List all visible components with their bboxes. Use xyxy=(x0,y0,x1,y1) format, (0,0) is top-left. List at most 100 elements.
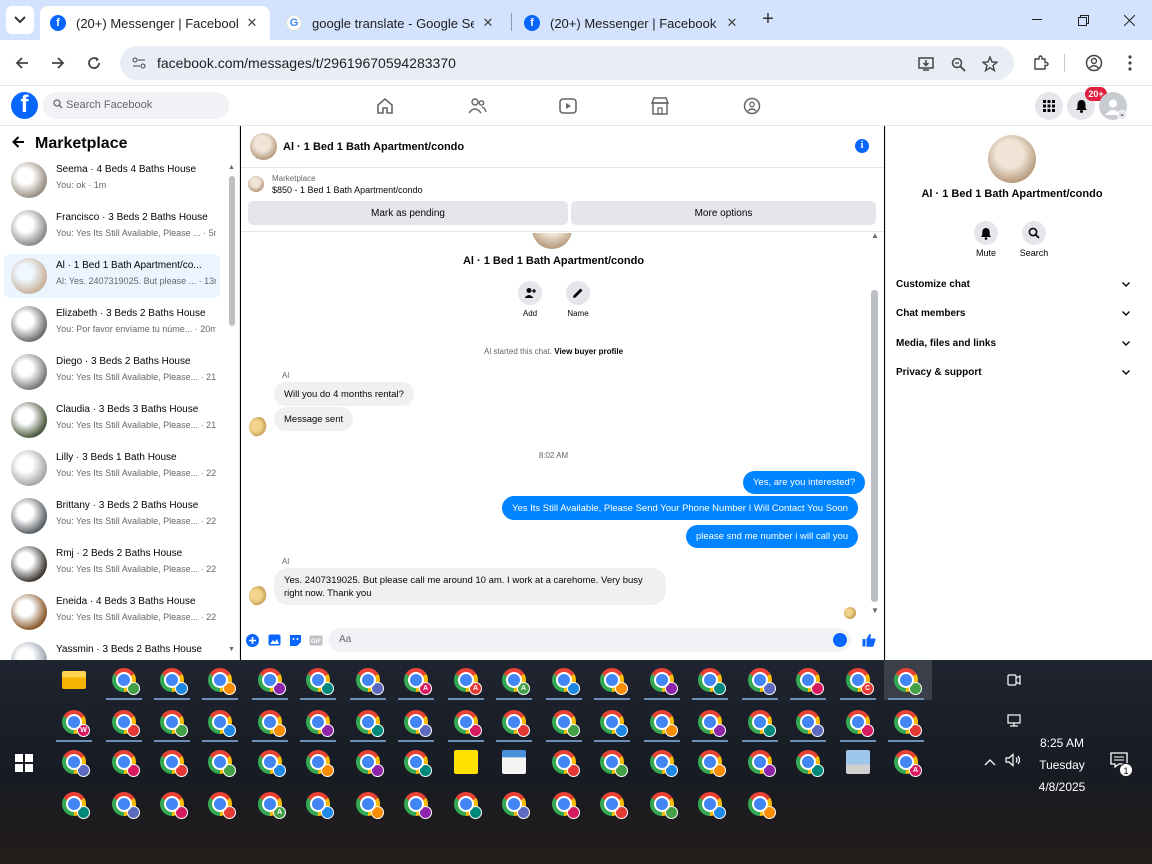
chrome-profile-icon[interactable] xyxy=(796,710,824,737)
restore-button[interactable] xyxy=(1060,6,1106,34)
chrome-profile-icon[interactable]: A xyxy=(454,668,482,695)
remote-desktop-icon[interactable] xyxy=(846,750,870,774)
incoming-message[interactable]: Yes. 2407319025. But please call me arou… xyxy=(274,568,666,605)
conversation-item[interactable]: Francisco · 3 Beds 2 Baths House You: Yes… xyxy=(4,206,220,250)
friends-nav-icon[interactable] xyxy=(467,96,487,116)
chrome-profile-icon[interactable] xyxy=(502,792,530,819)
back-arrow-icon[interactable] xyxy=(12,135,25,153)
chrome-profile-icon[interactable] xyxy=(112,668,140,695)
chat-title[interactable]: Al · 1 Bed 1 Bath Apartment/condo xyxy=(283,141,464,153)
chrome-profile-icon[interactable] xyxy=(160,750,188,777)
chrome-profile-icon[interactable] xyxy=(160,710,188,737)
chrome-profile-icon[interactable] xyxy=(160,792,188,819)
profile-button[interactable] xyxy=(1083,52,1105,74)
chrome-profile-icon[interactable] xyxy=(112,750,140,777)
chrome-profile-icon[interactable] xyxy=(454,792,482,819)
chrome-profile-icon[interactable] xyxy=(404,792,432,819)
volume-icon[interactable] xyxy=(1004,752,1024,768)
chrome-profile-icon[interactable] xyxy=(748,792,776,819)
site-info-icon[interactable] xyxy=(130,54,148,72)
chrome-profile-icon[interactable] xyxy=(552,710,580,737)
chrome-profile-icon[interactable] xyxy=(306,792,334,819)
conversation-item[interactable]: Seema · 4 Beds 4 Baths House You: ok · 1m xyxy=(4,158,220,202)
chrome-profile-icon[interactable] xyxy=(502,710,530,737)
chrome-profile-icon[interactable] xyxy=(552,668,580,695)
account-chevron-icon[interactable]: ⌄ xyxy=(1117,110,1127,120)
document-app-icon[interactable] xyxy=(502,750,526,774)
tab-search-button[interactable] xyxy=(6,6,34,34)
conversation-item[interactable]: Elizabeth · 3 Beds 2 Baths House You: Por… xyxy=(4,302,220,346)
chrome-profile-icon[interactable] xyxy=(650,792,678,819)
chat-scrollbar[interactable] xyxy=(871,290,878,602)
chrome-profile-icon[interactable] xyxy=(600,792,628,819)
chrome-profile-icon[interactable]: A xyxy=(502,668,530,695)
chrome-profile-icon[interactable]: A xyxy=(894,750,922,777)
marketplace-nav-icon[interactable] xyxy=(650,96,670,116)
mark-as-pending-button[interactable]: Mark as pending xyxy=(248,201,568,225)
gif-icon[interactable]: GIF xyxy=(309,633,323,647)
chrome-profile-icon[interactable] xyxy=(160,668,188,695)
minimize-button[interactable] xyxy=(1014,6,1060,34)
chrome-profile-icon[interactable] xyxy=(748,668,776,695)
meet-now-icon[interactable] xyxy=(1005,672,1023,688)
chrome-profile-icon[interactable] xyxy=(698,792,726,819)
forward-button[interactable] xyxy=(44,49,72,77)
scroll-down-arrow-icon[interactable]: ▼ xyxy=(228,646,235,653)
system-clock[interactable]: 8:25 AM Tuesday 4/8/2025 xyxy=(1030,732,1094,798)
facebook-logo-icon[interactable]: f xyxy=(11,92,38,119)
new-tab-button[interactable]: + xyxy=(756,8,780,32)
chrome-profile-icon[interactable] xyxy=(600,668,628,695)
view-buyer-profile-link[interactable]: View buyer profile xyxy=(554,347,623,356)
extensions-button[interactable] xyxy=(1030,52,1052,74)
chrome-profile-icon[interactable] xyxy=(454,710,482,737)
incoming-message[interactable]: Message sent xyxy=(274,407,354,431)
chrome-profile-icon[interactable] xyxy=(112,710,140,737)
video-nav-icon[interactable] xyxy=(558,96,578,116)
scroll-up-arrow-icon[interactable]: ▲ xyxy=(871,233,879,240)
chrome-profile-icon[interactable] xyxy=(846,710,874,737)
plus-circle-icon[interactable] xyxy=(245,633,259,647)
chrome-profile-icon[interactable] xyxy=(356,668,384,695)
chrome-profile-icon[interactable] xyxy=(600,750,628,777)
home-nav-icon[interactable] xyxy=(375,96,395,116)
chrome-profile-icon[interactable] xyxy=(698,668,726,695)
more-options-button[interactable]: More options xyxy=(571,201,876,225)
chrome-profile-icon[interactable] xyxy=(258,668,286,695)
facebook-search-input[interactable]: Search Facebook xyxy=(43,92,229,119)
zoom-icon[interactable] xyxy=(948,54,968,74)
chrome-profile-icon[interactable] xyxy=(748,710,776,737)
chrome-profile-icon[interactable] xyxy=(356,792,384,819)
conversation-item[interactable]: Rmj · 2 Beds 2 Baths House You: Yes Its S… xyxy=(4,542,220,586)
chrome-profile-icon[interactable] xyxy=(650,668,678,695)
chrome-profile-icon[interactable]: W xyxy=(62,710,90,737)
conversation-item[interactable]: Claudia · 3 Beds 3 Baths House You: Yes I… xyxy=(4,398,220,442)
chrome-profile-icon[interactable] xyxy=(404,750,432,777)
sticky-notes-icon[interactable] xyxy=(454,750,478,774)
chrome-profile-icon[interactable] xyxy=(894,668,922,695)
chrome-profile-icon[interactable]: A xyxy=(404,668,432,695)
sender-avatar[interactable] xyxy=(249,586,269,606)
chrome-profile-icon[interactable] xyxy=(552,750,580,777)
sticker-icon[interactable] xyxy=(288,633,302,647)
chrome-profile-icon[interactable] xyxy=(208,668,236,695)
reload-button[interactable] xyxy=(80,49,108,77)
groups-nav-icon[interactable] xyxy=(742,96,762,116)
conversation-item[interactable]: Al · 1 Bed 1 Bath Apartment/co... Al: Yes… xyxy=(4,254,220,298)
message-input[interactable]: Aa xyxy=(329,628,851,652)
privacy-support-section[interactable]: Privacy & support xyxy=(896,362,1130,382)
menu-grid-button[interactable] xyxy=(1035,92,1063,120)
mute-action[interactable]: Mute xyxy=(964,221,1008,258)
conversation-list-scrollbar[interactable] xyxy=(229,176,235,326)
search-in-chat-action[interactable]: Search xyxy=(1012,221,1056,258)
listing-price-title[interactable]: $850 - 1 Bed 1 Bath Apartment/condo xyxy=(272,185,423,195)
chat-members-section[interactable]: Chat members xyxy=(896,303,1130,323)
scroll-down-arrow-icon[interactable]: ▼ xyxy=(871,606,879,615)
back-button[interactable] xyxy=(8,49,36,77)
chrome-profile-icon[interactable] xyxy=(552,792,580,819)
outgoing-message[interactable]: please snd me number i will call you xyxy=(686,525,859,548)
chevron-up-icon[interactable] xyxy=(982,754,998,770)
tab-google-search[interactable]: G google translate - Google Searc ✕ xyxy=(276,6,506,40)
browser-menu-button[interactable] xyxy=(1119,52,1141,74)
media-files-links-section[interactable]: Media, files and links xyxy=(896,333,1130,353)
chrome-profile-icon[interactable] xyxy=(698,750,726,777)
